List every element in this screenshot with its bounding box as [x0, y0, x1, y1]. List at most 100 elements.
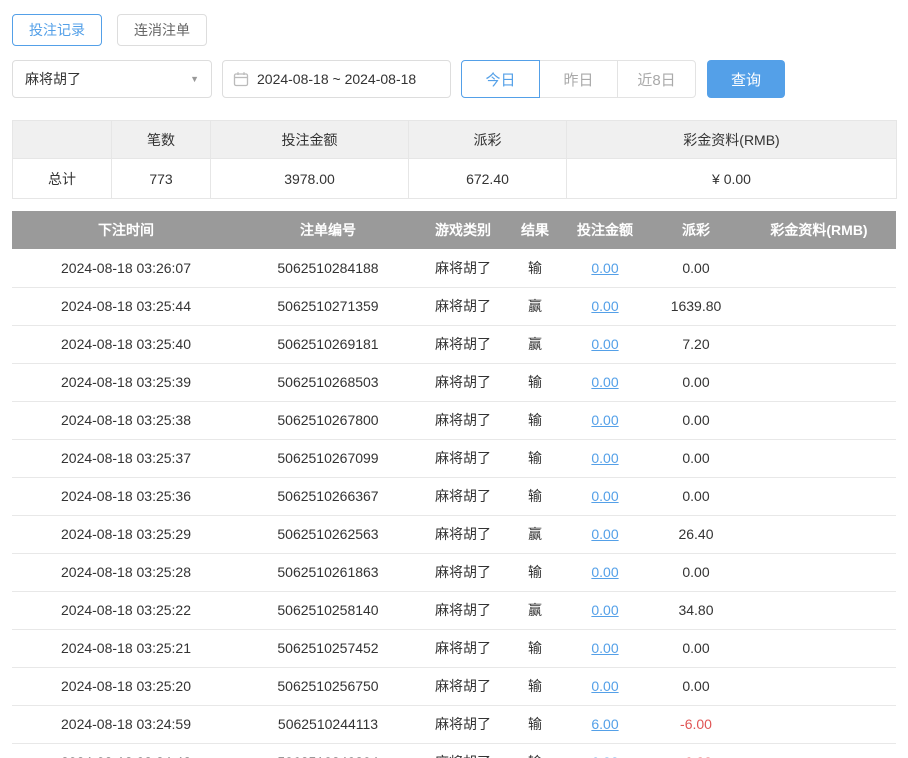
bet-amount-link[interactable]: 0.00	[591, 336, 618, 352]
header-bonus: 彩金资料(RMB)	[742, 211, 896, 249]
cell-bonus	[742, 515, 896, 554]
bet-amount-link[interactable]: 0.00	[591, 564, 618, 580]
quick-date-yesterday-button[interactable]: 昨日	[539, 60, 618, 98]
summary-header-bet-amount: 投注金额	[210, 120, 409, 159]
cell-payout: 0.00	[650, 401, 742, 440]
table-row: 2024-08-18 03:24:42 5062510240894 麻将胡了 输…	[12, 743, 896, 758]
cell-game-type: 麻将胡了	[416, 401, 510, 440]
bet-amount-link[interactable]: 6.00	[591, 754, 618, 758]
cell-result: 赢	[510, 515, 560, 554]
bet-amount-link[interactable]: 0.00	[591, 374, 618, 390]
bet-amount-link[interactable]: 0.00	[591, 450, 618, 466]
cell-bet-time: 2024-08-18 03:25:22	[12, 591, 240, 630]
cell-bet-amount: 0.00	[560, 439, 650, 478]
cell-payout: 0.00	[650, 667, 742, 706]
cell-game-type: 麻将胡了	[416, 553, 510, 592]
cell-bet-id: 5062510258140	[240, 591, 416, 630]
bet-amount-link[interactable]: 0.00	[591, 602, 618, 618]
date-range-input[interactable]: 2024-08-18 ~ 2024-08-18	[222, 60, 451, 98]
tabs-row: 投注记录 连消注单	[12, 14, 896, 46]
cell-bonus	[742, 591, 896, 630]
bet-amount-link[interactable]: 0.00	[591, 412, 618, 428]
cell-game-type: 麻将胡了	[416, 705, 510, 744]
cell-bet-id: 5062510240894	[240, 743, 416, 758]
page: 投注记录 连消注单 麻将胡了 ▼ 2024-08-18 ~ 2024-08-18…	[0, 0, 908, 758]
cell-bonus	[742, 553, 896, 592]
cell-bet-amount: 0.00	[560, 249, 650, 288]
bet-amount-link[interactable]: 0.00	[591, 260, 618, 276]
cell-game-type: 麻将胡了	[416, 439, 510, 478]
cell-bet-amount: 0.00	[560, 477, 650, 516]
cell-payout: 0.00	[650, 249, 742, 288]
cell-game-type: 麻将胡了	[416, 287, 510, 326]
search-button[interactable]: 查询	[707, 60, 785, 98]
cell-bonus	[742, 287, 896, 326]
cell-result: 输	[510, 401, 560, 440]
cell-bet-amount: 0.00	[560, 401, 650, 440]
cell-bonus	[742, 401, 896, 440]
table-row: 2024-08-18 03:25:22 5062510258140 麻将胡了 赢…	[12, 591, 896, 630]
cell-bonus	[742, 477, 896, 516]
cell-bonus	[742, 363, 896, 402]
cell-game-type: 麻将胡了	[416, 515, 510, 554]
cell-payout: 26.40	[650, 515, 742, 554]
table-row: 2024-08-18 03:25:37 5062510267099 麻将胡了 输…	[12, 439, 896, 478]
summary-table: 笔数 投注金额 派彩 彩金资料(RMB) 总计 773 3978.00 672.…	[12, 120, 897, 199]
date-range-value: 2024-08-18 ~ 2024-08-18	[257, 71, 417, 87]
quick-date-last8days-button[interactable]: 近8日	[617, 60, 696, 98]
cell-payout: 0.00	[650, 439, 742, 478]
filter-row: 麻将胡了 ▼ 2024-08-18 ~ 2024-08-18 今日 昨日 近8日…	[12, 60, 896, 98]
cell-bet-time: 2024-08-18 03:25:29	[12, 515, 240, 554]
bet-amount-link[interactable]: 0.00	[591, 640, 618, 656]
tab-cancelled-bets[interactable]: 连消注单	[117, 14, 207, 46]
header-bet-time: 下注时间	[12, 211, 240, 249]
cell-bet-id: 5062510262563	[240, 515, 416, 554]
cell-result: 输	[510, 667, 560, 706]
cell-game-type: 麻将胡了	[416, 325, 510, 364]
tab-bet-records[interactable]: 投注记录	[12, 14, 102, 46]
cell-bonus	[742, 439, 896, 478]
cell-payout: 1639.80	[650, 287, 742, 326]
quick-date-today-button[interactable]: 今日	[461, 60, 540, 98]
cell-result: 输	[510, 249, 560, 288]
bet-amount-link[interactable]: 0.00	[591, 488, 618, 504]
cell-bet-id: 5062510266367	[240, 477, 416, 516]
game-select[interactable]: 麻将胡了 ▼	[12, 60, 212, 98]
bet-amount-link[interactable]: 0.00	[591, 678, 618, 694]
cell-bet-id: 5062510257452	[240, 629, 416, 668]
cell-bet-id: 5062510267099	[240, 439, 416, 478]
cell-result: 输	[510, 363, 560, 402]
cell-bet-id: 5062510268503	[240, 363, 416, 402]
cell-bet-time: 2024-08-18 03:24:59	[12, 705, 240, 744]
table-row: 2024-08-18 03:25:36 5062510266367 麻将胡了 输…	[12, 477, 896, 516]
cell-game-type: 麻将胡了	[416, 591, 510, 630]
table-row: 2024-08-18 03:25:21 5062510257452 麻将胡了 输…	[12, 629, 896, 668]
cell-bet-time: 2024-08-18 03:26:07	[12, 249, 240, 288]
cell-result: 输	[510, 743, 560, 758]
cell-bet-amount: 0.00	[560, 287, 650, 326]
cell-bet-time: 2024-08-18 03:25:39	[12, 363, 240, 402]
header-bet-amount: 投注金额	[560, 211, 650, 249]
quick-date-button-group: 今日 昨日 近8日	[461, 60, 696, 98]
bet-amount-link[interactable]: 0.00	[591, 298, 618, 314]
summary-total-row: 总计 773 3978.00 672.40 ¥ 0.00	[12, 158, 897, 199]
table-row: 2024-08-18 03:25:39 5062510268503 麻将胡了 输…	[12, 363, 896, 402]
cell-payout: -6.00	[650, 705, 742, 744]
table-row: 2024-08-18 03:25:29 5062510262563 麻将胡了 赢…	[12, 515, 896, 554]
bet-table-header-row: 下注时间 注单编号 游戏类别 结果 投注金额 派彩 彩金资料(RMB)	[12, 211, 896, 249]
cell-payout: 0.00	[650, 553, 742, 592]
cell-bet-amount: 6.00	[560, 705, 650, 744]
cell-bet-amount: 6.00	[560, 743, 650, 758]
bet-amount-link[interactable]: 0.00	[591, 526, 618, 542]
cell-result: 赢	[510, 287, 560, 326]
table-row: 2024-08-18 03:25:44 5062510271359 麻将胡了 赢…	[12, 287, 896, 326]
summary-total-label: 总计	[12, 158, 112, 199]
cell-result: 赢	[510, 325, 560, 364]
table-row: 2024-08-18 03:25:40 5062510269181 麻将胡了 赢…	[12, 325, 896, 364]
cell-payout: 0.00	[650, 363, 742, 402]
bet-amount-link[interactable]: 6.00	[591, 716, 618, 732]
cell-bet-amount: 0.00	[560, 515, 650, 554]
cell-bonus	[742, 325, 896, 364]
cell-bet-amount: 0.00	[560, 325, 650, 364]
cell-bet-id: 5062510271359	[240, 287, 416, 326]
